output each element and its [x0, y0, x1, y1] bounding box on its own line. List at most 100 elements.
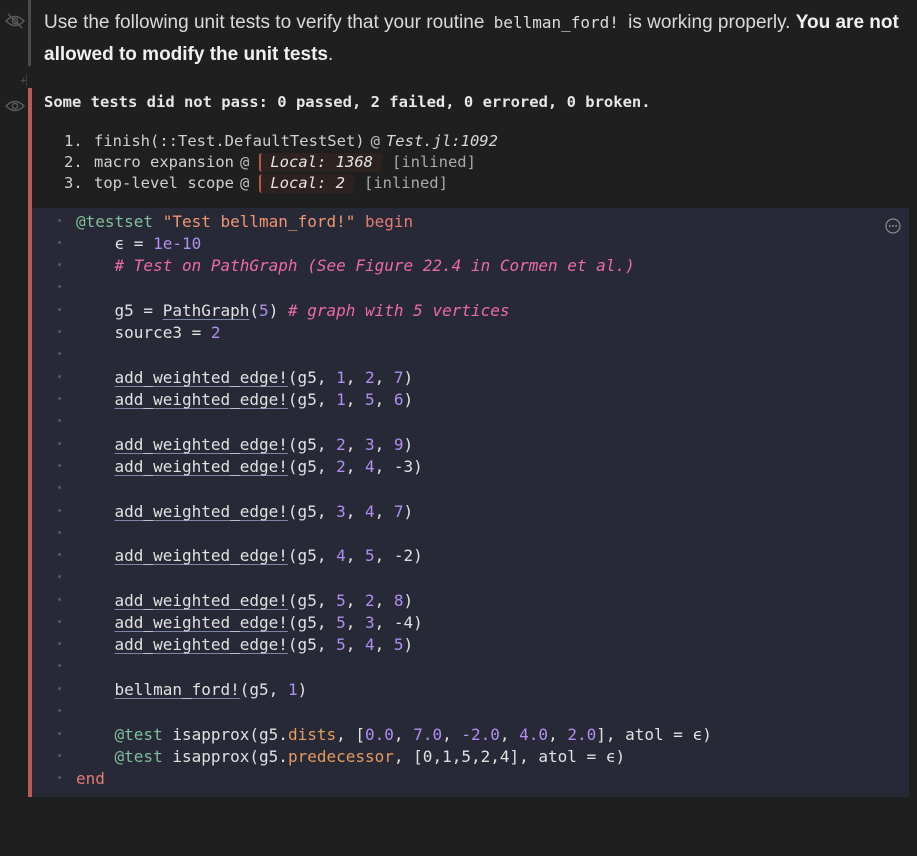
eye-icon[interactable] [5, 98, 25, 114]
number-token: 4.0 [519, 725, 549, 744]
local-cell-link[interactable]: Local: 1368 [259, 153, 382, 172]
code-line: @test isapprox(g5.predecessor, [0,1,5,2,… [32, 746, 625, 768]
frame-file-link[interactable]: Test.jl:1092 [386, 132, 498, 150]
function-token[interactable]: add_weighted_edge! [115, 591, 288, 610]
code-editor[interactable]: @testset "Test bellman_ford!" begin ϵ = … [32, 208, 909, 797]
number-token: 2.0 [567, 725, 597, 744]
identifier-token: source3 [114, 323, 182, 342]
line-bullet [58, 553, 61, 556]
code-line: # Test on PathGraph (See Figure 22.4 in … [32, 255, 635, 277]
number-token: 8 [393, 591, 404, 610]
macro-token: @test [114, 747, 163, 766]
field-token: predecessor [287, 747, 394, 766]
number-token: 7 [393, 502, 404, 521]
number-token: -4 [393, 613, 414, 632]
number-token: 1 [336, 390, 346, 409]
line-bullet [58, 754, 61, 757]
number-token: 0.0 [365, 725, 394, 744]
line-bullet [58, 464, 61, 467]
code-line: add_weighted_edge!(g5, 2, 4, -3) [32, 456, 423, 478]
identifier-token: isapprox [172, 747, 250, 766]
line-bullet [58, 308, 61, 311]
cell-focus-bar [28, 0, 31, 66]
number-token: 3 [365, 435, 375, 454]
function-token[interactable]: add_weighted_edge! [115, 546, 288, 565]
local-cell-link[interactable]: Local: 2 [259, 174, 354, 193]
number-token: 4 [365, 457, 375, 476]
number-token: 2 [336, 435, 346, 454]
line-bullet [58, 285, 61, 288]
code-line: add_weighted_edge!(g5, 5, 4, 5) [32, 634, 413, 656]
number-token: 5 [336, 613, 346, 632]
function-token[interactable]: bellman_ford! [115, 680, 240, 699]
paragraph-text: . [327, 44, 334, 65]
number-token: 2 [210, 323, 221, 342]
inlined-tag: [inlined] [391, 153, 476, 171]
code-line: source3 = 2 [32, 322, 221, 344]
function-token[interactable]: add_weighted_edge! [115, 368, 288, 387]
eye-slash-icon[interactable] [5, 13, 25, 29]
function-token[interactable]: add_weighted_edge! [115, 435, 288, 454]
frame-number: 2. [64, 153, 83, 171]
test-summary: Some tests did not pass: 0 passed, 2 fai… [44, 93, 651, 111]
number-token: 2 [365, 368, 375, 387]
function-token[interactable]: add_weighted_edge! [115, 613, 288, 632]
frame-name: macro expansion [94, 153, 234, 171]
code-line: add_weighted_edge!(g5, 5, 2, 8) [32, 590, 413, 612]
code-line: add_weighted_edge!(g5, 3, 4, 7) [32, 501, 413, 523]
keyword-token: begin [365, 212, 414, 231]
code-cell[interactable]: Some tests did not pass: 0 passed, 2 fai… [28, 88, 917, 797]
line-bullet [58, 531, 61, 534]
frame-at: @ [239, 174, 250, 192]
number-token: 2 [365, 591, 375, 610]
stack-frame[interactable]: 3. top-level scope @ Local: 2 [inlined] [64, 173, 498, 194]
number-token: -2 [393, 546, 414, 565]
identifier-token: g5 [114, 301, 134, 320]
line-bullet [58, 732, 61, 735]
code-line: @testset "Test bellman_ford!" begin [32, 211, 413, 233]
line-bullet [58, 664, 61, 667]
line-bullet [58, 687, 61, 690]
inlined-tag: [inlined] [363, 174, 448, 192]
code-line: end [32, 768, 105, 790]
markdown-cell[interactable]: Use the following unit tests to verify t… [28, 0, 917, 78]
frame-at: @ [239, 153, 250, 171]
identifier-token: atol [625, 725, 664, 744]
line-bullet [58, 375, 61, 378]
frame-at: @ [370, 132, 380, 150]
stack-frame[interactable]: 1. finish(::Test.DefaultTestSet) @ Test.jl:… [64, 131, 498, 152]
ellipsis-circle-icon[interactable] [885, 218, 901, 234]
stack-frame[interactable]: 2. macro expansion @ Local: 1368 [inlined] [64, 152, 498, 173]
function-token[interactable]: add_weighted_edge! [115, 502, 288, 521]
line-bullet [58, 397, 61, 400]
code-line: @test isapprox(g5.dists, [0.0, 7.0, -2.0… [32, 724, 712, 746]
line-bullet [58, 709, 61, 712]
line-bullet [58, 330, 61, 333]
identifier-token: atol [538, 747, 577, 766]
number-token: 7.0 [413, 725, 443, 744]
line-bullet [58, 263, 61, 266]
function-token[interactable]: add_weighted_edge! [115, 390, 288, 409]
number-token: 9 [393, 435, 404, 454]
string-token: "Test bellman_ford!" [162, 212, 356, 231]
number-token: 1e-10 [153, 234, 202, 253]
line-bullet [58, 598, 61, 601]
number-token: 3 [365, 613, 375, 632]
code-line: add_weighted_edge!(g5, 2, 3, 9) [32, 434, 413, 456]
markdown-paragraph: Use the following unit tests to verify t… [44, 7, 904, 71]
frame-name: finish(::Test.DefaultTestSet) [94, 132, 365, 150]
identifier-token: ϵ [692, 725, 703, 744]
number-token: 5 [365, 546, 375, 565]
number-token: 5 [336, 635, 346, 654]
line-bullet [58, 442, 61, 445]
number-token: 3 [336, 502, 346, 521]
function-token[interactable]: PathGraph [163, 301, 250, 320]
array-literal: [0,1,5,2,4] [413, 747, 520, 766]
add-cell-icon[interactable]: + [20, 75, 26, 87]
number-token: 2 [336, 457, 346, 476]
function-token[interactable]: add_weighted_edge! [115, 457, 288, 476]
line-bullet [58, 642, 61, 645]
code-line: ϵ = 1e-10 [32, 233, 201, 255]
number-token: 1 [336, 368, 346, 387]
function-token[interactable]: add_weighted_edge! [115, 635, 288, 654]
